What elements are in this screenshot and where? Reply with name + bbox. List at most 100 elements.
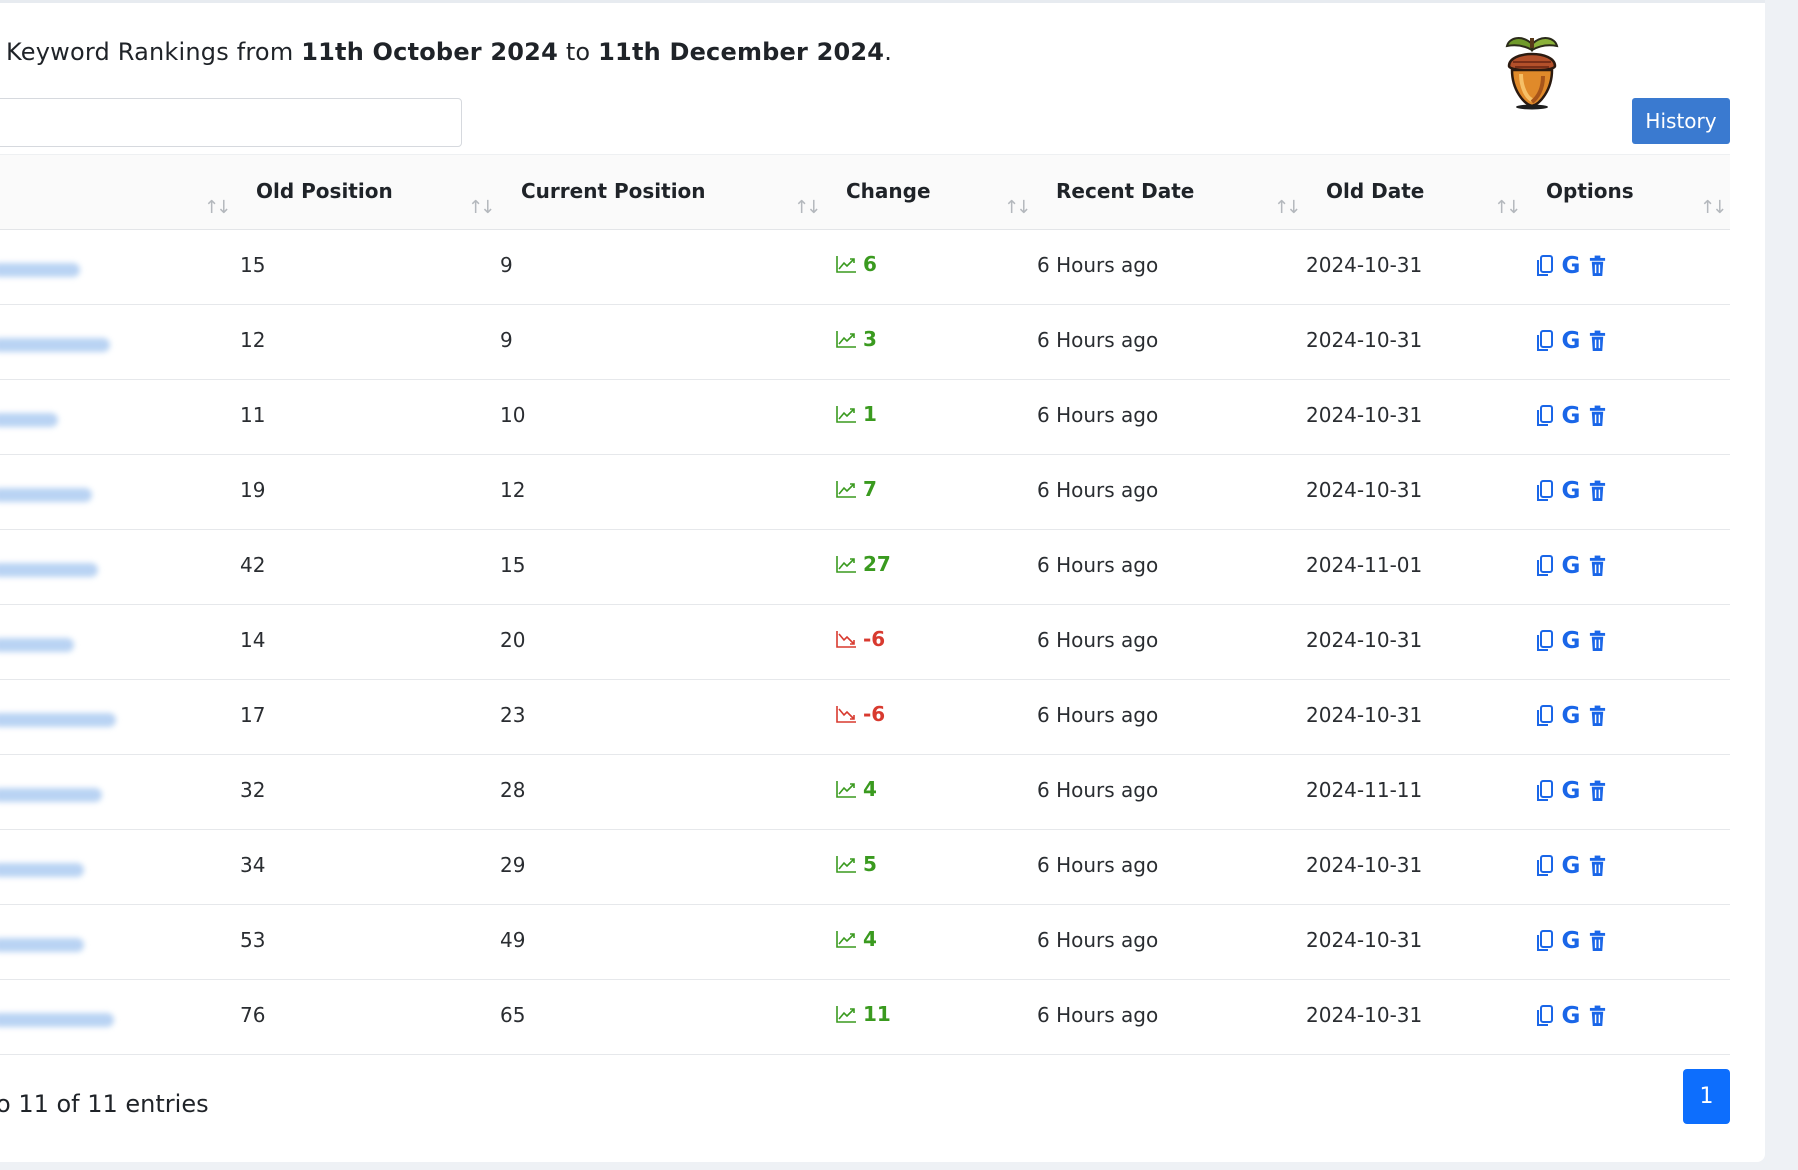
options-cell: G [1534, 854, 1608, 878]
options-cell: G [1534, 704, 1608, 728]
header-recent-date[interactable]: Recent Date [1056, 179, 1194, 203]
change-value: 7 [863, 477, 877, 501]
search-input[interactable] [0, 98, 462, 147]
google-icon[interactable]: G [1560, 704, 1582, 728]
change-cell: -6 [835, 627, 885, 651]
recent-date-cell: 6 Hours ago [1037, 1003, 1159, 1027]
old-position-cell: 76 [240, 1003, 266, 1027]
trend-up-icon [835, 254, 857, 274]
current-position-cell: 65 [500, 1003, 526, 1027]
change-cell: 7 [835, 477, 877, 501]
current-position-cell: 12 [500, 478, 526, 502]
recent-date-cell: 6 Hours ago [1037, 628, 1159, 652]
header-current-position[interactable]: Current Position [521, 179, 706, 203]
copy-icon[interactable] [1534, 929, 1556, 953]
sort-icon[interactable]: ↑↓ [204, 197, 231, 218]
table-row: 14 20 -6 6 Hours ago 2024-10-31 G [0, 605, 1730, 680]
copy-icon[interactable] [1534, 854, 1556, 878]
copy-icon[interactable] [1534, 704, 1556, 728]
google-icon[interactable]: G [1560, 854, 1582, 878]
copy-icon[interactable] [1534, 329, 1556, 353]
header-old-position[interactable]: Old Position [256, 179, 393, 203]
google-icon[interactable]: G [1560, 479, 1582, 503]
trash-icon[interactable] [1586, 554, 1608, 578]
table-header: ↑↓ Old Position ↑↓ Current Position ↑↓ C… [0, 154, 1730, 230]
table-row: 12 9 3 6 Hours ago 2024-10-31 G [0, 305, 1730, 380]
old-position-cell: 15 [240, 253, 266, 277]
header-options[interactable]: Options [1546, 179, 1634, 203]
rankings-card: Keyword Rankings from 11th October 2024 … [0, 0, 1765, 1162]
trash-icon[interactable] [1586, 854, 1608, 878]
trash-icon[interactable] [1586, 1004, 1608, 1028]
trash-icon[interactable] [1586, 929, 1608, 953]
old-position-cell: 12 [240, 328, 266, 352]
title-start-date: 11th October 2024 [301, 38, 558, 66]
keyword-blurred [0, 638, 74, 652]
copy-icon[interactable] [1534, 479, 1556, 503]
change-cell: 5 [835, 852, 877, 876]
old-position-cell: 42 [240, 553, 266, 577]
change-value: 1 [863, 402, 877, 426]
copy-icon[interactable] [1534, 629, 1556, 653]
google-icon[interactable]: G [1560, 779, 1582, 803]
google-icon[interactable]: G [1560, 929, 1582, 953]
sort-icon[interactable]: ↑↓ [1494, 197, 1521, 218]
recent-date-cell: 6 Hours ago [1037, 253, 1159, 277]
history-button[interactable]: History [1632, 98, 1730, 144]
google-icon[interactable]: G [1560, 1004, 1582, 1028]
google-icon[interactable]: G [1560, 254, 1582, 278]
keyword-blurred [0, 713, 116, 727]
sort-icon[interactable]: ↑↓ [1700, 197, 1727, 218]
table-body: 15 9 6 6 Hours ago 2024-10-31 G 12 9 3 6 Hours ag… [0, 230, 1730, 1055]
title-end-date: 11th December 2024 [598, 38, 885, 66]
options-cell: G [1534, 479, 1608, 503]
old-position-cell: 32 [240, 778, 266, 802]
sort-icon[interactable]: ↑↓ [794, 197, 821, 218]
trend-down-icon [835, 629, 857, 649]
rankings-table: ↑↓ Old Position ↑↓ Current Position ↑↓ C… [0, 154, 1730, 1055]
trash-icon[interactable] [1586, 479, 1608, 503]
google-icon[interactable]: G [1560, 554, 1582, 578]
trash-icon[interactable] [1586, 779, 1608, 803]
sort-icon[interactable]: ↑↓ [468, 197, 495, 218]
header-change[interactable]: Change [846, 179, 931, 203]
change-value: -6 [863, 627, 886, 651]
table-row: 76 65 11 6 Hours ago 2024-10-31 G [0, 980, 1730, 1055]
google-icon[interactable]: G [1560, 404, 1582, 428]
recent-date-cell: 6 Hours ago [1037, 778, 1159, 802]
sort-icon[interactable]: ↑↓ [1004, 197, 1031, 218]
sort-icon[interactable]: ↑↓ [1274, 197, 1301, 218]
options-cell: G [1534, 329, 1608, 353]
copy-icon[interactable] [1534, 554, 1556, 578]
title-prefix: Keyword Rankings from [6, 38, 302, 66]
google-icon[interactable]: G [1560, 329, 1582, 353]
title-suffix: . [884, 38, 893, 66]
old-date-cell: 2024-11-11 [1306, 778, 1423, 802]
options-cell: G [1534, 254, 1608, 278]
change-value: 4 [863, 927, 877, 951]
copy-icon[interactable] [1534, 404, 1556, 428]
trash-icon[interactable] [1586, 329, 1608, 353]
trend-up-icon [835, 554, 857, 574]
google-icon[interactable]: G [1560, 629, 1582, 653]
current-position-cell: 15 [500, 553, 526, 577]
keyword-blurred [0, 413, 58, 427]
table-row: 17 23 -6 6 Hours ago 2024-10-31 G [0, 680, 1730, 755]
table-row: 19 12 7 6 Hours ago 2024-10-31 G [0, 455, 1730, 530]
old-date-cell: 2024-10-31 [1306, 928, 1423, 952]
current-position-cell: 9 [500, 253, 513, 277]
trash-icon[interactable] [1586, 254, 1608, 278]
table-row: 53 49 4 6 Hours ago 2024-10-31 G [0, 905, 1730, 980]
old-position-cell: 34 [240, 853, 266, 877]
pagination-page-1[interactable]: 1 [1683, 1069, 1730, 1124]
trash-icon[interactable] [1586, 704, 1608, 728]
copy-icon[interactable] [1534, 1004, 1556, 1028]
trash-icon[interactable] [1586, 629, 1608, 653]
header-old-date[interactable]: Old Date [1326, 179, 1424, 203]
old-date-cell: 2024-10-31 [1306, 703, 1423, 727]
copy-icon[interactable] [1534, 779, 1556, 803]
trash-icon[interactable] [1586, 404, 1608, 428]
trend-up-icon [835, 479, 857, 499]
copy-icon[interactable] [1534, 254, 1556, 278]
trend-down-icon [835, 704, 857, 724]
